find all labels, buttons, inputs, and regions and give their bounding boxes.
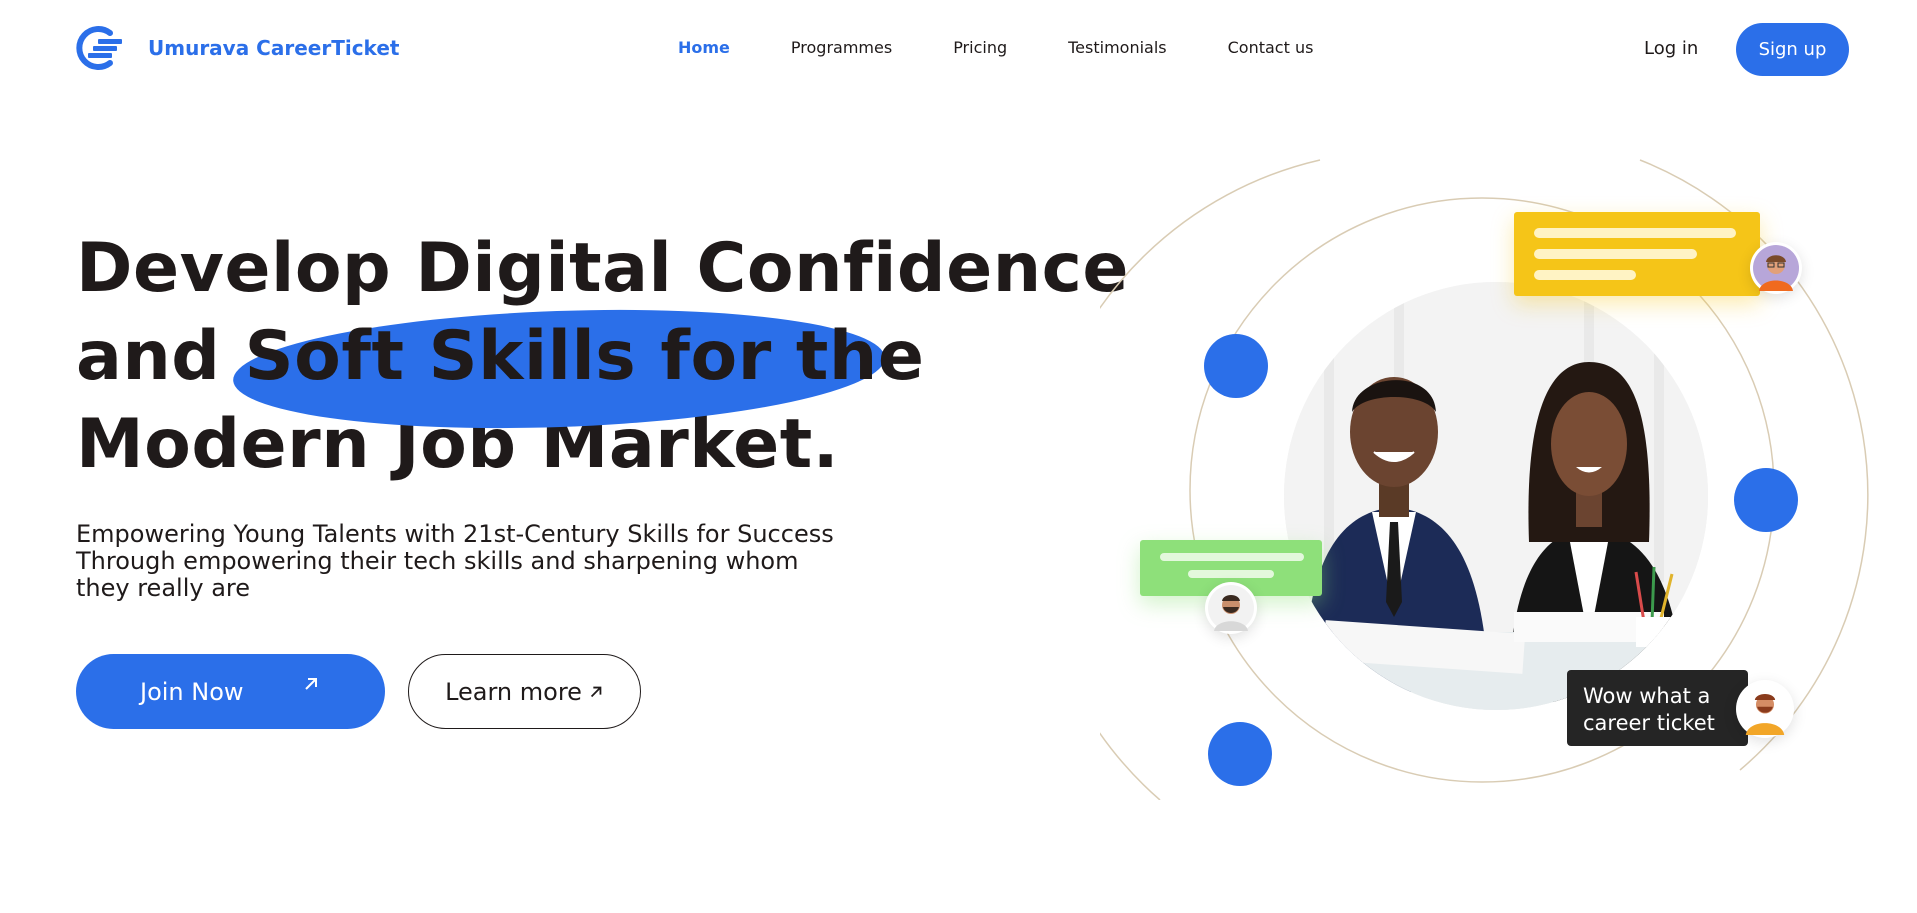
nav-item-home[interactable]: Home xyxy=(678,38,730,57)
arrow-up-right-icon xyxy=(588,678,604,706)
brand-logo-icon xyxy=(76,24,124,72)
signup-button[interactable]: Sign up xyxy=(1736,23,1849,76)
learn-more-label: Learn more xyxy=(445,677,582,706)
decor-dot-1 xyxy=(1204,334,1268,398)
join-now-button[interactable]: Join Now xyxy=(76,654,385,729)
hero-title: Develop Digital Confidence and Soft Skil… xyxy=(76,225,1129,489)
nav-item-programmes[interactable]: Programmes xyxy=(791,38,892,57)
team-photo xyxy=(1284,282,1708,710)
join-now-label: Join Now xyxy=(140,677,244,706)
nav-item-pricing[interactable]: Pricing xyxy=(953,38,1007,57)
hero-illustration: Wow what a career ticket xyxy=(1100,150,1900,800)
main-menu: Home Programmes Pricing Testimonials Con… xyxy=(678,38,1374,57)
avatar-man-yellow-shirt xyxy=(1736,680,1794,738)
hero-highlight-text: Soft Skills for the xyxy=(244,317,925,396)
hero-title-prefix: and xyxy=(76,317,221,396)
brand[interactable]: Umurava CareerTicket xyxy=(76,24,399,72)
decor-dot-3 xyxy=(1208,722,1272,786)
decor-dot-2 xyxy=(1734,468,1798,532)
message-line xyxy=(1188,570,1274,578)
learn-more-button[interactable]: Learn more xyxy=(408,654,641,729)
nav-item-contact[interactable]: Contact us xyxy=(1228,38,1314,57)
avatar-man-beard xyxy=(1205,582,1257,634)
message-line xyxy=(1534,249,1697,259)
top-nav: Umurava CareerTicket Home Programmes Pri… xyxy=(0,0,1917,100)
hero-title-line-1: Develop Digital Confidence xyxy=(76,229,1130,308)
brand-name: Umurava CareerTicket xyxy=(148,36,400,60)
hero-highlight: Soft Skills for the xyxy=(230,299,925,439)
yellow-message-bubble xyxy=(1514,212,1760,296)
message-line xyxy=(1534,228,1736,238)
chat-bubble: Wow what a career ticket xyxy=(1567,670,1748,746)
arrow-up-right-icon xyxy=(302,674,320,699)
hero-subtitle: Empowering Young Talents with 21st-Centu… xyxy=(76,520,834,602)
nav-item-testimonials[interactable]: Testimonials xyxy=(1068,38,1167,57)
hero-title-line-2: and Soft Skills for the xyxy=(76,299,1129,439)
message-line xyxy=(1534,270,1636,280)
avatar-man-glasses xyxy=(1750,242,1802,294)
login-link[interactable]: Log in xyxy=(1644,38,1698,59)
message-line xyxy=(1160,553,1304,561)
